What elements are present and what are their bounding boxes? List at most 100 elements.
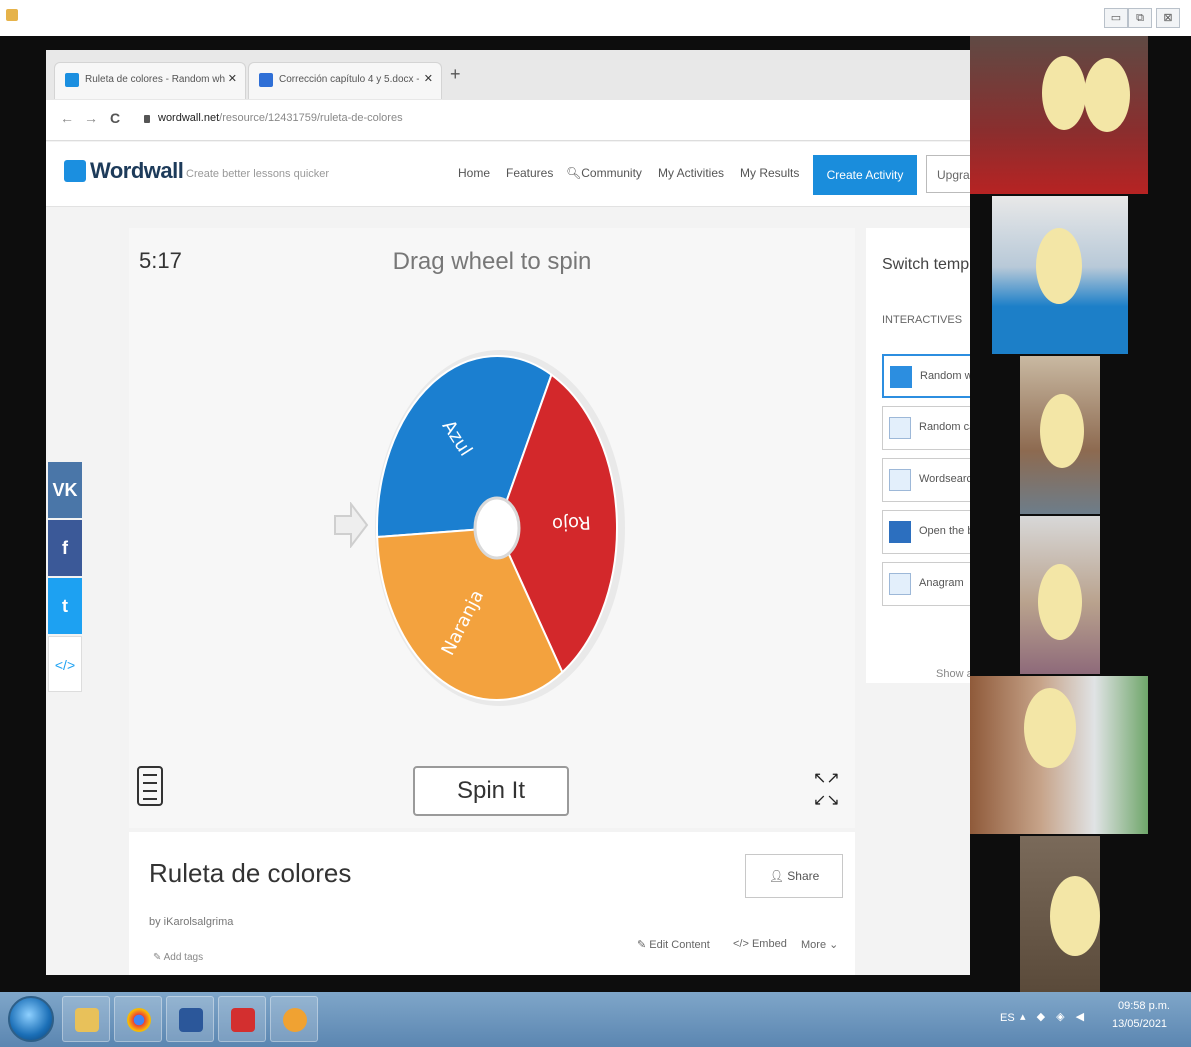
tab-close-icon[interactable]: ✕ <box>228 72 237 85</box>
template-random-wheel[interactable]: Random wheel <box>882 354 970 398</box>
share-label: Share <box>787 869 820 883</box>
share-button[interactable]: 👤︎ Share <box>745 854 843 898</box>
app-icon <box>6 9 18 21</box>
docs-favicon-icon <box>259 73 273 87</box>
participant-video-4[interactable] <box>1020 516 1100 674</box>
chrome-taskbar-icon[interactable] <box>114 996 162 1042</box>
pointer-arrow-icon <box>334 502 369 548</box>
start-button[interactable] <box>8 996 54 1042</box>
add-tags-label: Add tags <box>163 952 204 963</box>
activity-info: Ruleta de colores 👤︎ Share by iKarolsalg… <box>129 832 855 975</box>
embed-label: Embed <box>751 938 787 950</box>
url-path: /resource/12431759/ruleta-de-colores <box>219 112 403 124</box>
chevron-down-icon: ⌄ <box>829 939 839 951</box>
clock-time[interactable]: 09:58 p.m. <box>1118 1000 1170 1012</box>
url-field[interactable]: wordwall.net/resource/12431759/ruleta-de… <box>158 112 403 124</box>
participant-face <box>1042 56 1086 130</box>
activity-title: Ruleta de colores <box>149 858 352 888</box>
tab-title: Corrección capítulo 4 y 5.docx - <box>279 74 419 85</box>
embed-link[interactable]: </> Embed <box>733 938 787 950</box>
nav-community[interactable]: 🔍︎Community <box>566 166 642 180</box>
video-call-titlebar: ▭ ⧉ ⊠ <box>0 0 1191 36</box>
reload-icon[interactable]: C <box>110 110 120 126</box>
wordwall-header: Wordwall Create better lessons quicker H… <box>46 142 970 207</box>
wordwall-logo-icon[interactable] <box>64 160 86 182</box>
nav-home[interactable]: Home <box>458 166 490 180</box>
upgrade-button[interactable]: Upgrade <box>926 155 970 193</box>
template-random-cards[interactable]: Random cards <box>882 406 970 450</box>
clock-date[interactable]: 13/05/2021 <box>1112 1018 1167 1030</box>
participant-face <box>1050 876 1100 956</box>
template-label: Anagram <box>919 577 964 589</box>
address-bar: ← → C wordwall.net/resource/12431759/rul… <box>46 100 970 141</box>
boxes-icon <box>889 521 911 543</box>
more-link[interactable]: More ⌄ <box>801 938 838 951</box>
edit-content-link[interactable]: ✎ Edit Content <box>637 938 710 951</box>
participant-video-2[interactable] <box>992 196 1128 354</box>
spin-wheel[interactable]: AzulRojoNaranja <box>375 348 625 708</box>
participant-face <box>1040 394 1084 468</box>
participant-video-5[interactable] <box>970 676 1148 834</box>
language-indicator[interactable]: ES <box>1000 1012 1015 1024</box>
participant-video-3[interactable] <box>1020 356 1100 514</box>
twitter-share-icon[interactable]: t <box>48 578 82 634</box>
participant-video-6[interactable] <box>1020 836 1100 992</box>
template-anagram[interactable]: Anagram <box>882 562 970 606</box>
participant-face <box>1038 564 1082 640</box>
tagline: Create better lessons quicker <box>186 168 330 180</box>
participant-video-1[interactable] <box>970 36 1148 194</box>
search-icon: 🔍︎ <box>566 166 582 180</box>
media-player-taskbar-icon[interactable] <box>270 996 318 1042</box>
pencil-icon: ✎ <box>637 939 650 951</box>
wheel-label-rojo: Rojo <box>551 511 591 534</box>
brand-name[interactable]: Wordwall <box>90 158 184 184</box>
forward-icon[interactable]: → <box>84 110 98 126</box>
acrobat-taskbar-icon[interactable] <box>218 996 266 1042</box>
minimize-button[interactable]: ▭ <box>1104 8 1128 28</box>
embed-code-icon[interactable]: </> <box>48 636 82 692</box>
vk-share-icon[interactable]: VK <box>48 462 82 518</box>
facebook-share-icon[interactable]: f <box>48 520 82 576</box>
tab-close-icon[interactable]: ✕ <box>424 72 433 85</box>
word-taskbar-icon[interactable] <box>166 996 214 1042</box>
fullscreen-icon[interactable]: ↖↗ ↙↘ <box>813 768 845 816</box>
tab-bar: Ruleta de colores - Random wh ✕ Correcci… <box>46 50 970 100</box>
spin-button[interactable]: Spin It <box>413 766 569 816</box>
nav-my-activities[interactable]: My Activities <box>658 166 724 180</box>
taskbar: ES ▴ ◆ ◈ ◀ 09:58 p.m. 13/05/2021 <box>0 992 1191 1047</box>
more-label: More <box>801 939 827 951</box>
new-tab-button[interactable]: + <box>450 64 461 85</box>
switch-template-title: Switch template <box>882 256 970 273</box>
participant-face <box>1084 58 1130 132</box>
menu-icon[interactable] <box>137 766 163 806</box>
instruction-text: Drag wheel to spin <box>392 248 592 275</box>
nav-features[interactable]: Features <box>506 166 553 180</box>
tab-title: Ruleta de colores - Random wh <box>85 74 225 85</box>
show-all-link[interactable]: Show all <box>936 668 970 680</box>
template-label: Open the box <box>919 525 970 537</box>
code-icon: </> <box>733 938 752 950</box>
wordsearch-icon <box>889 469 911 491</box>
wordwall-favicon-icon <box>65 73 79 87</box>
template-wordsearch[interactable]: Wordsearch <box>882 458 970 502</box>
game-panel: 5:17 Drag wheel to spin Azul Rojo Naranja … <box>129 228 855 828</box>
close-button[interactable]: ⊠ <box>1156 8 1180 28</box>
nav-community-label: Community <box>581 166 642 180</box>
tab-ruleta[interactable]: Ruleta de colores - Random wh ✕ <box>54 62 246 99</box>
back-icon[interactable]: ← <box>60 110 74 126</box>
wheel-hub <box>473 496 521 560</box>
interactives-heading: INTERACTIVES <box>882 314 963 326</box>
participant-face <box>1024 688 1076 768</box>
tray-icons[interactable]: ▴ ◆ ◈ ◀ <box>1020 1010 1088 1023</box>
author[interactable]: by iKarolsalgrima <box>149 916 233 928</box>
explorer-taskbar-icon[interactable] <box>62 996 110 1042</box>
add-tags-link[interactable]: ✎ Add tags <box>153 952 203 963</box>
nav-my-results[interactable]: My Results <box>740 166 799 180</box>
template-open-the-box[interactable]: Open the box <box>882 510 970 554</box>
restore-button[interactable]: ⧉ <box>1128 8 1152 28</box>
tab-correccion[interactable]: Corrección capítulo 4 y 5.docx - ✕ <box>248 62 442 99</box>
cards-icon <box>889 417 911 439</box>
participant-face <box>1036 228 1082 304</box>
template-label: Random cards <box>919 421 970 433</box>
create-activity-button[interactable]: Create Activity <box>813 155 917 195</box>
